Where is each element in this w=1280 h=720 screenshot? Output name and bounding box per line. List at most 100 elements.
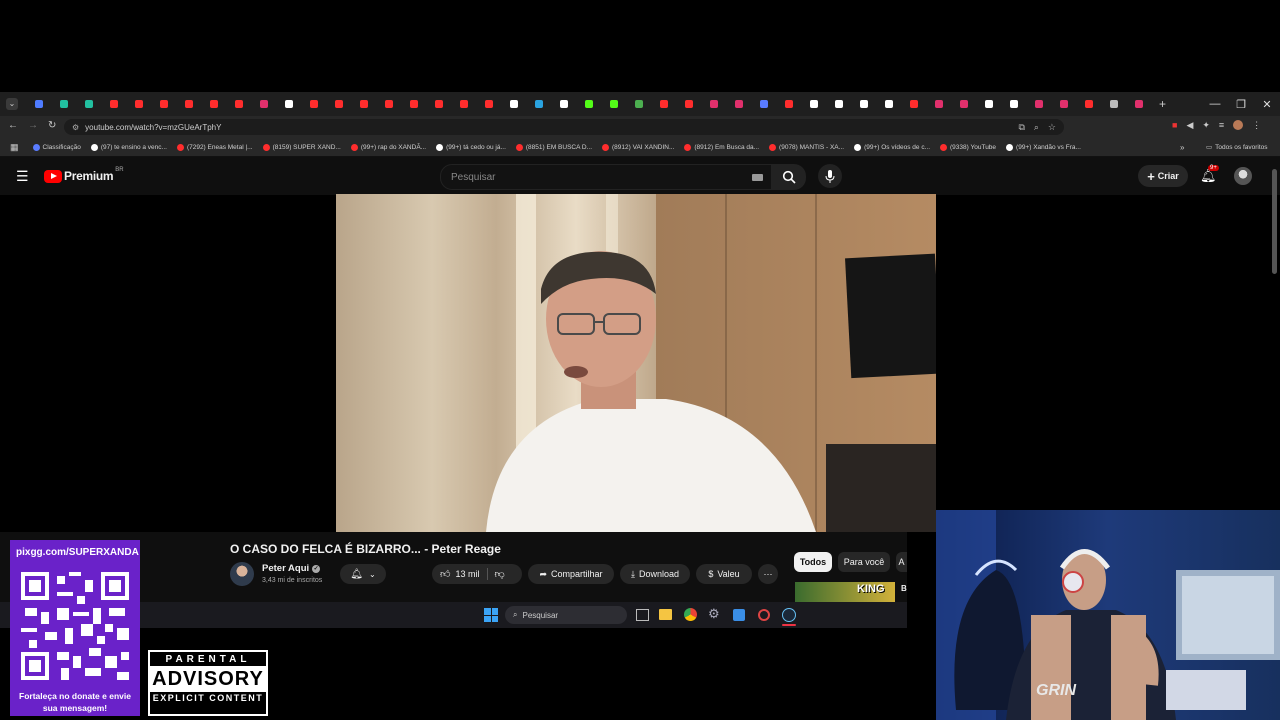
search-input[interactable]: Pesquisar bbox=[451, 172, 495, 183]
subscription-bell-button[interactable]: 🔔︎ ⌄ bbox=[340, 564, 386, 584]
all-bookmarks-folder[interactable]: ▭ Todos os favoritos bbox=[1206, 143, 1268, 152]
browser-tab-favicon[interactable] bbox=[859, 100, 868, 108]
browser-tab-favicon[interactable] bbox=[709, 100, 718, 108]
browser-tab-favicon[interactable] bbox=[259, 100, 268, 108]
browser-tab-favicon[interactable] bbox=[434, 100, 443, 108]
browser-tab-favicon[interactable] bbox=[809, 100, 818, 108]
browser-menu-icon[interactable]: ⋮ bbox=[1252, 120, 1261, 131]
download-button[interactable]: ⤓ Download bbox=[620, 564, 690, 584]
browser-tab-favicon[interactable] bbox=[734, 100, 743, 108]
browser-tab-favicon[interactable] bbox=[559, 100, 568, 108]
browser-tab-favicon[interactable] bbox=[1134, 100, 1143, 108]
app-blue-icon[interactable] bbox=[733, 609, 745, 621]
browser-tab-favicon[interactable] bbox=[209, 100, 218, 108]
browser-tab-favicon[interactable] bbox=[384, 100, 393, 108]
windows-start-icon[interactable] bbox=[484, 608, 498, 622]
bookmark-item[interactable]: (97) te ensino a venc... bbox=[90, 143, 167, 151]
tab-search-icon[interactable]: ⌄ bbox=[6, 98, 18, 110]
browser-tab-favicon[interactable] bbox=[634, 100, 643, 108]
browser-tab-favicon[interactable] bbox=[134, 100, 143, 108]
browser-tab-favicon[interactable] bbox=[934, 100, 943, 108]
browser-tab-favicon[interactable] bbox=[459, 100, 468, 108]
extension-puzzle-icon[interactable]: ✦ bbox=[1202, 120, 1210, 131]
browser-tab-favicon[interactable] bbox=[1009, 100, 1018, 108]
browser-tab-favicon[interactable] bbox=[109, 100, 118, 108]
browser-tab-favicon[interactable] bbox=[884, 100, 893, 108]
bookmark-item[interactable]: (8159) SUPER XAND... bbox=[262, 143, 341, 151]
bookmark-item[interactable]: (9078) MANTIS - XA... bbox=[769, 143, 844, 151]
browser-tab-favicon[interactable] bbox=[334, 100, 343, 108]
account-avatar[interactable] bbox=[1234, 167, 1252, 185]
thanks-button[interactable]: $ Valeu bbox=[696, 564, 752, 584]
video-player[interactable] bbox=[336, 194, 936, 532]
browser-tab-favicon[interactable] bbox=[1059, 100, 1068, 108]
install-icon[interactable]: ⧉ bbox=[1018, 122, 1024, 133]
browser-tab-favicon[interactable] bbox=[159, 100, 168, 108]
browser-tab-favicon[interactable] bbox=[659, 100, 668, 108]
bookmark-item[interactable]: (99+) Xandão vs Fra... bbox=[1006, 143, 1081, 151]
voice-search-button[interactable] bbox=[818, 164, 842, 188]
browser-tab-favicon[interactable] bbox=[609, 100, 618, 108]
notifications-button[interactable]: 🔔︎ 9+ bbox=[1200, 165, 1219, 185]
youtube-logo[interactable]: Premium BR bbox=[44, 167, 124, 183]
taskbar-search[interactable]: ⌕ Pesquisar bbox=[505, 606, 627, 624]
browser-tab-favicon[interactable] bbox=[309, 100, 318, 108]
bookmark-item[interactable]: (8912) VAI XANDIN... bbox=[602, 143, 674, 151]
bookmark-item[interactable]: (99+) tá cedo ou já... bbox=[436, 143, 506, 151]
chip-more[interactable]: A bbox=[896, 552, 907, 572]
site-info-icon[interactable]: ⚙ bbox=[72, 123, 79, 132]
browser-tab-favicon[interactable] bbox=[1034, 100, 1043, 108]
bookmark-item[interactable]: (8851) EM BUSCA D... bbox=[515, 143, 592, 151]
browser-tab-favicon[interactable] bbox=[359, 100, 368, 108]
create-button[interactable]: + Criar bbox=[1138, 165, 1188, 187]
browser-tab-favicon[interactable] bbox=[84, 100, 93, 108]
search-box[interactable]: Pesquisar bbox=[440, 164, 772, 190]
bookmark-item[interactable]: (7292) Eneas Metal |... bbox=[176, 143, 253, 151]
chip-all[interactable]: Todos bbox=[794, 552, 832, 572]
keyboard-icon[interactable] bbox=[752, 173, 763, 181]
browser-tab-favicon[interactable] bbox=[234, 100, 243, 108]
close-window-icon[interactable]: ✕ bbox=[1254, 98, 1280, 111]
reload-icon[interactable]: ↻ bbox=[48, 120, 56, 131]
more-actions-button[interactable]: ⋯ bbox=[758, 564, 778, 584]
hamburger-menu-icon[interactable]: ☰ bbox=[16, 168, 29, 185]
zoom-icon[interactable]: ⌕ bbox=[1034, 122, 1039, 133]
suggested-video-thumbnail[interactable]: KING bbox=[795, 582, 895, 602]
browser-tab-favicon[interactable] bbox=[409, 100, 418, 108]
steam-icon[interactable] bbox=[782, 608, 796, 622]
bookmark-item[interactable]: (99+) rap do XANDÃ... bbox=[350, 143, 426, 151]
file-explorer-icon[interactable] bbox=[659, 609, 672, 620]
bookmark-item[interactable]: (99+) Os vídeos de c... bbox=[854, 143, 930, 151]
browser-tab-favicon[interactable] bbox=[584, 100, 593, 108]
extension-speaker-icon[interactable]: ◀ bbox=[1186, 120, 1193, 131]
bookmarks-overflow-icon[interactable]: » bbox=[1180, 143, 1184, 152]
search-button[interactable] bbox=[772, 164, 806, 190]
back-icon[interactable]: ← bbox=[8, 120, 18, 131]
browser-tab-favicon[interactable] bbox=[909, 100, 918, 108]
browser-tab-favicon[interactable] bbox=[984, 100, 993, 108]
maximize-icon[interactable]: ❐ bbox=[1228, 98, 1254, 111]
new-tab-button[interactable]: + bbox=[1159, 97, 1166, 111]
bookmark-item[interactable]: (8912) Em Busca da... bbox=[684, 143, 759, 151]
apps-grid-icon[interactable]: ▦ bbox=[10, 142, 19, 153]
browser-tab-favicon[interactable] bbox=[759, 100, 768, 108]
browser-tab-favicon[interactable] bbox=[59, 100, 68, 108]
thumbs-down-icon[interactable]: 👎︎ bbox=[494, 568, 504, 580]
browser-tab-favicon[interactable] bbox=[834, 100, 843, 108]
profile-avatar-icon[interactable] bbox=[1233, 120, 1244, 130]
media-icon[interactable]: ≡ bbox=[1219, 120, 1224, 131]
browser-tab-favicon[interactable] bbox=[284, 100, 293, 108]
browser-tab-favicon[interactable] bbox=[534, 100, 543, 108]
browser-tab-favicon[interactable] bbox=[784, 100, 793, 108]
channel-avatar[interactable] bbox=[230, 562, 254, 586]
forward-icon[interactable]: → bbox=[28, 120, 38, 131]
task-view-icon[interactable] bbox=[636, 609, 649, 621]
bookmark-item[interactable]: Classificação bbox=[32, 143, 81, 151]
extension-red-icon[interactable]: ■ bbox=[1172, 120, 1177, 131]
page-scrollbar[interactable] bbox=[1272, 169, 1277, 274]
bookmark-star-icon[interactable]: ☆ bbox=[1048, 122, 1056, 133]
app-red-icon[interactable] bbox=[758, 609, 770, 621]
bookmark-item[interactable]: (9338) YouTube bbox=[940, 143, 996, 151]
browser-tab-favicon[interactable] bbox=[484, 100, 493, 108]
browser-tab-favicon[interactable] bbox=[684, 100, 693, 108]
